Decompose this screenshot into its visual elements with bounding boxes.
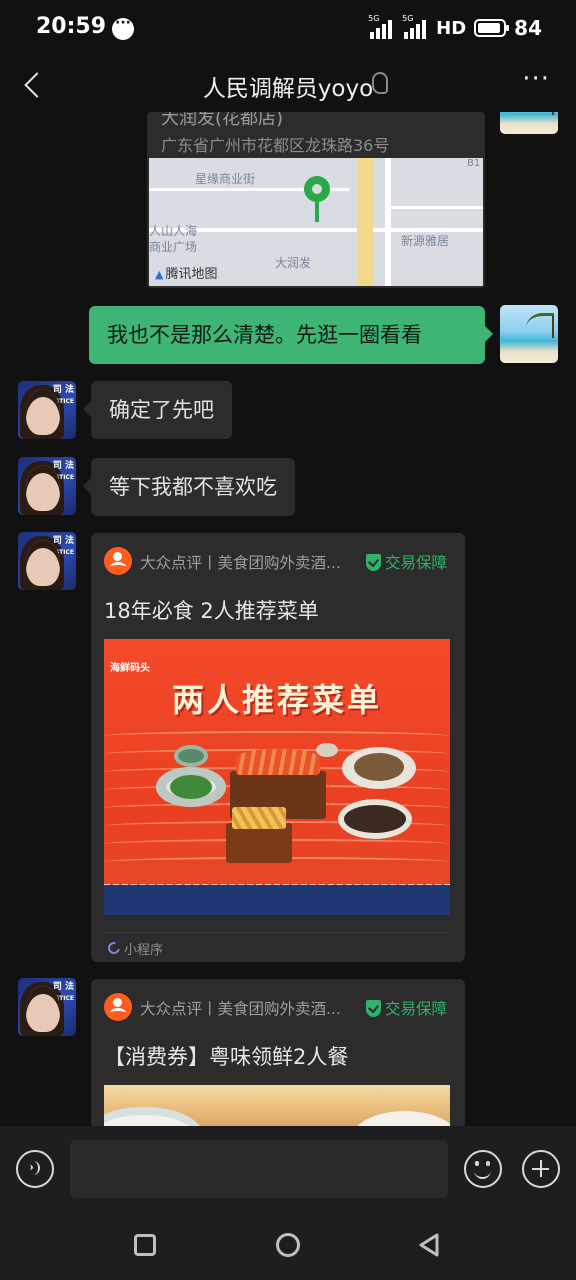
map-label: 人山人海 — [149, 224, 198, 238]
status-indicators: 5G 5G HD 84 — [368, 14, 542, 42]
recent-apps-icon[interactable] — [134, 1234, 156, 1256]
chat-title: 人民调解员yoyo — [202, 76, 374, 102]
more-icon[interactable]: ··· — [522, 64, 550, 94]
location-name: 大润发(花都店) — [161, 112, 284, 129]
mini-program-icon — [105, 939, 123, 957]
message-text: 我也不是那么清楚。先逛一圈看看 — [107, 323, 422, 347]
mini-program-card[interactable]: 大众点评丨美食团购外卖酒... 交易保障 【消费券】粤味领鲜2人餐 — [91, 979, 465, 1126]
mini-program-source: 大众点评丨美食团购外卖酒... — [140, 1000, 341, 1018]
shield-icon — [366, 554, 381, 571]
guarantee-badge: 交易保障 — [366, 551, 447, 573]
poster-heading: 两人推荐菜单 — [171, 681, 382, 719]
mini-program-poster: 海鲜码头 两人推荐菜单 — [104, 639, 450, 915]
location-pin-icon — [304, 176, 330, 202]
hd-indicator: HD — [436, 17, 467, 39]
dianping-logo-icon — [104, 547, 132, 575]
mini-program-title: 18年必食 2人推荐菜单 — [104, 599, 319, 623]
home-icon[interactable] — [276, 1233, 300, 1257]
message-bubble[interactable]: 我也不是那么清楚。先逛一圈看看 — [89, 306, 493, 364]
map-brand: 腾讯地图 — [155, 263, 217, 282]
chat-notification-icon — [112, 15, 134, 40]
dianping-logo-icon — [104, 993, 132, 1021]
status-bar: 20:59 5G 5G HD 84 — [0, 0, 576, 58]
map-label: 星缘商业街 — [195, 172, 256, 186]
avatar[interactable]: 司 法 JUSTICE — [18, 381, 76, 439]
shield-icon — [366, 1000, 381, 1017]
avatar[interactable] — [500, 305, 558, 363]
mini-program-title: 【消费券】粤味领鲜2人餐 — [104, 1045, 349, 1069]
mini-program-footer: 小程序 — [104, 932, 450, 962]
emoji-icon[interactable] — [464, 1150, 502, 1188]
location-address: 广东省广州市花都区龙珠路36号 — [161, 136, 390, 155]
plus-icon[interactable] — [522, 1150, 560, 1188]
poster-brand: 海鲜码头 — [110, 663, 150, 674]
message-text: 确定了先吧 — [109, 398, 214, 422]
avatar[interactable]: 司 法 JUSTICE — [18, 978, 76, 1036]
back-nav-icon[interactable] — [416, 1232, 442, 1258]
map-thumbnail: 星缘商业街 人山人海 商业广场 新源雅居 大润发 B1 腾讯地图 — [149, 158, 483, 286]
status-time: 20:59 — [36, 14, 107, 39]
system-nav-bar — [0, 1206, 576, 1280]
signal-icon: 5G — [402, 14, 428, 39]
map-label: 商业广场 — [149, 240, 198, 254]
mini-program-photo — [104, 1085, 450, 1126]
map-label: B1 — [467, 158, 481, 169]
battery-level: 84 — [514, 16, 542, 40]
ear-icon — [372, 72, 388, 94]
guarantee-badge: 交易保障 — [366, 997, 447, 1019]
location-message[interactable]: 大润发(花都店) 广东省广州市花都区龙珠路36号 星缘商业街 人山人海 商业广场… — [147, 112, 485, 288]
message-text: 等下我都不喜欢吃 — [109, 475, 277, 499]
input-bar — [0, 1126, 576, 1206]
message-input[interactable] — [70, 1140, 448, 1198]
avatar[interactable]: 司 法 JUSTICE — [18, 457, 76, 515]
mini-program-label: 小程序 — [124, 943, 164, 958]
avatar[interactable]: 司 法 JUSTICE — [18, 532, 76, 590]
message-bubble[interactable]: 确定了先吧 — [83, 381, 232, 439]
battery-icon — [474, 19, 510, 37]
chat-header: 人民调解员yoyo ··· — [0, 58, 576, 112]
voice-icon[interactable] — [16, 1150, 54, 1188]
map-label: 新源雅居 — [401, 234, 450, 248]
mini-program-source: 大众点评丨美食团购外卖酒... — [140, 554, 341, 572]
map-label: 大润发 — [275, 256, 312, 270]
signal-icon: 5G — [368, 14, 394, 39]
mini-program-card[interactable]: 大众点评丨美食团购外卖酒... 交易保障 18年必食 2人推荐菜单 海鲜码头 两… — [91, 533, 465, 962]
message-bubble[interactable]: 等下我都不喜欢吃 — [83, 458, 295, 516]
